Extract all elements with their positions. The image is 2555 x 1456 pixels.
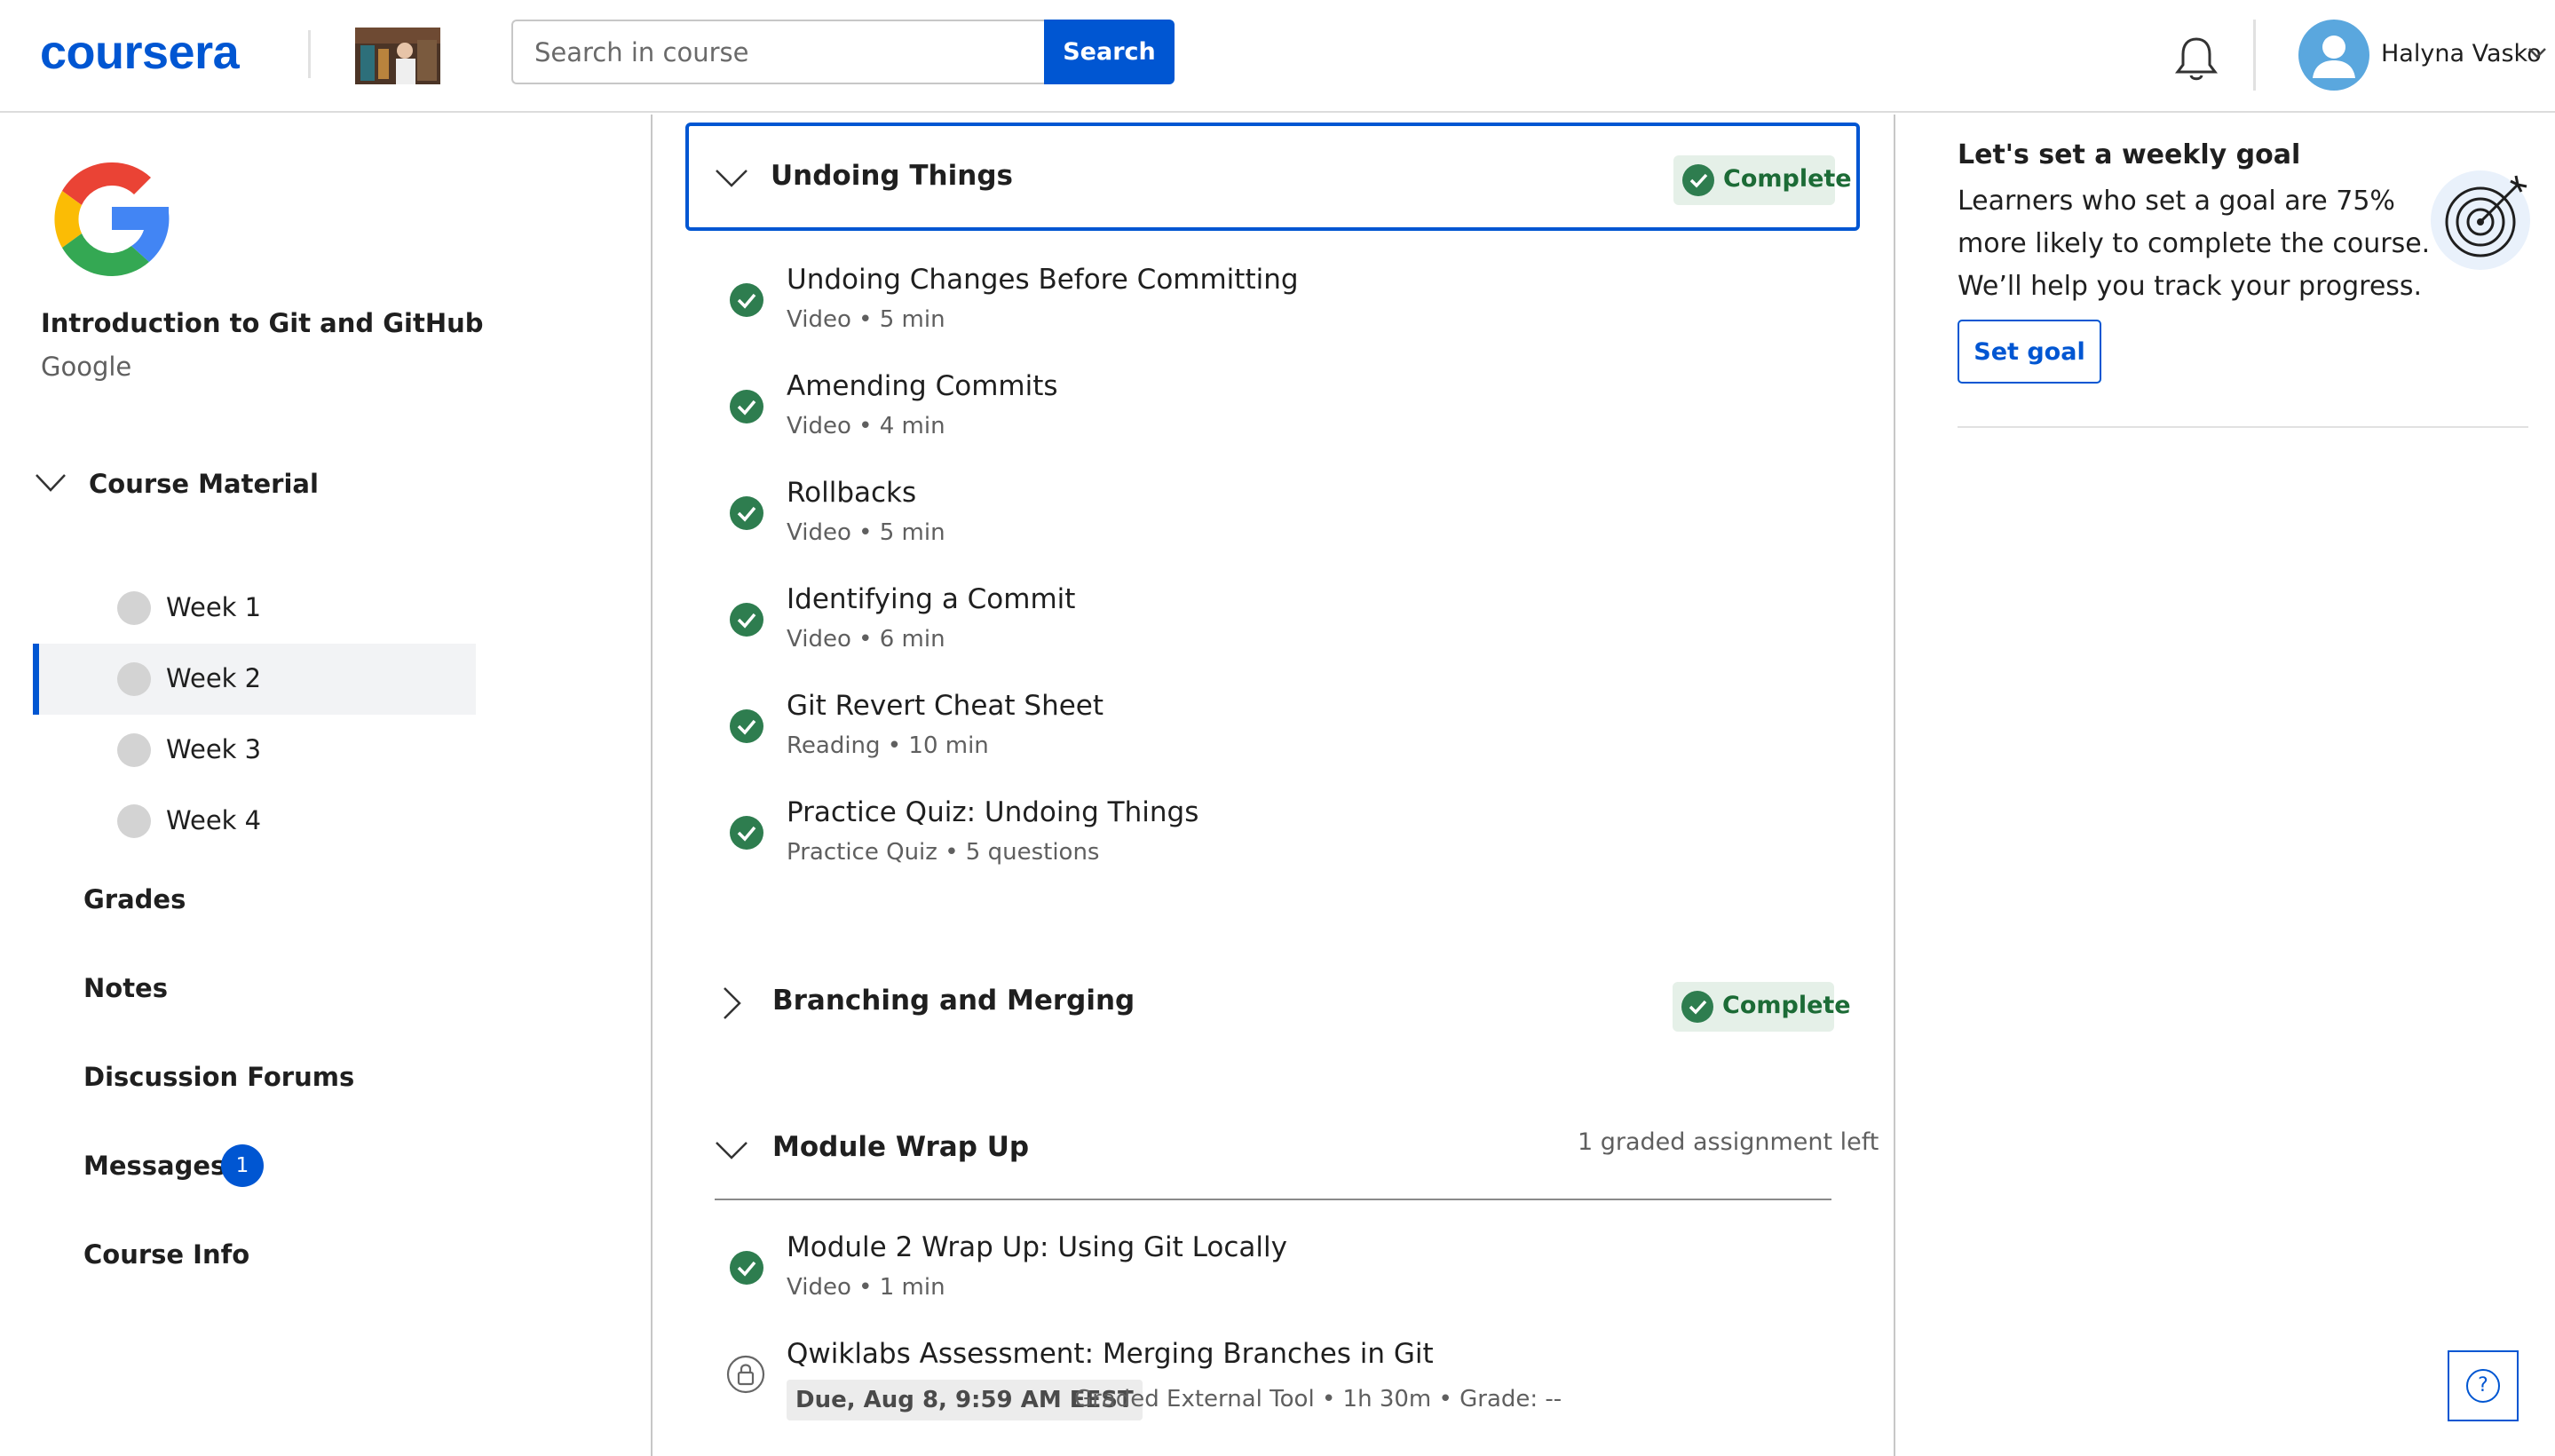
lesson-item-title[interactable]: Amending Commits bbox=[787, 370, 1058, 402]
lesson-item-meta: Video • 4 min bbox=[787, 413, 945, 439]
chevron-down-icon[interactable] bbox=[714, 1132, 749, 1167]
status-label: Complete bbox=[1722, 992, 1851, 1019]
coursera-logo[interactable]: coursera bbox=[40, 25, 240, 80]
check-circle-icon bbox=[730, 283, 763, 317]
user-avatar-icon[interactable] bbox=[2298, 20, 2369, 91]
lesson-item-meta: Video • 6 min bbox=[787, 626, 945, 653]
target-icon bbox=[2431, 170, 2530, 270]
goal-divider bbox=[1958, 426, 2528, 428]
user-name[interactable]: Halyna Vasko bbox=[2381, 40, 2542, 67]
progress-circle-icon bbox=[117, 804, 151, 838]
sidebar-item-week-4[interactable]: Week 4 bbox=[33, 786, 476, 857]
check-circle-icon bbox=[730, 816, 763, 850]
lesson-item-title[interactable]: Git Revert Cheat Sheet bbox=[787, 690, 1103, 722]
check-circle-icon bbox=[730, 496, 763, 530]
chevron-right-icon[interactable] bbox=[714, 985, 749, 1021]
week-label: Week 2 bbox=[166, 663, 262, 693]
section-divider bbox=[715, 1199, 1831, 1200]
google-logo-icon bbox=[54, 162, 170, 277]
week-label: Week 3 bbox=[166, 734, 262, 764]
lesson-item-meta: Video • 5 min bbox=[787, 519, 945, 546]
lesson-item-title[interactable]: Identifying a Commit bbox=[787, 583, 1075, 615]
chevron-down-icon[interactable] bbox=[714, 160, 749, 195]
header-divider bbox=[2253, 20, 2256, 91]
section-title[interactable]: Undoing Things bbox=[771, 160, 1013, 192]
header-divider bbox=[308, 30, 311, 78]
sidebar-item-discussion-forums[interactable]: Discussion Forums bbox=[83, 1062, 354, 1092]
check-circle-icon bbox=[730, 390, 763, 423]
lesson-item-title[interactable]: Rollbacks bbox=[787, 477, 916, 509]
sidebar-item-week-1[interactable]: Week 1 bbox=[33, 573, 476, 644]
sidebar-item-notes[interactable]: Notes bbox=[83, 973, 168, 1003]
check-circle-icon bbox=[1681, 991, 1713, 1023]
lesson-item-meta: Graded External Tool • 1h 30m • Grade: -… bbox=[1074, 1386, 1562, 1412]
week-label: Week 1 bbox=[166, 592, 262, 622]
progress-circle-icon bbox=[117, 662, 151, 696]
check-circle-icon bbox=[730, 1251, 763, 1285]
search-button[interactable]: Search bbox=[1044, 20, 1175, 84]
section-title[interactable]: Branching and Merging bbox=[772, 985, 1135, 1017]
lesson-item-meta: Reading • 10 min bbox=[787, 732, 989, 759]
lesson-item-meta: Video • 5 min bbox=[787, 306, 945, 333]
section-title[interactable]: Module Wrap Up bbox=[772, 1131, 1029, 1163]
complete-status-badge: Complete bbox=[1673, 982, 1851, 1032]
set-goal-button[interactable]: Set goal bbox=[1958, 320, 2101, 384]
sidebar-item-week-2[interactable]: Week 2 bbox=[33, 644, 476, 715]
course-title[interactable]: Introduction to Git and GitHub bbox=[41, 308, 484, 338]
help-icon: ? bbox=[2466, 1369, 2500, 1403]
chevron-down-icon[interactable] bbox=[2527, 46, 2548, 60]
sidebar-item-messages[interactable]: Messages bbox=[83, 1151, 225, 1181]
check-circle-icon bbox=[730, 709, 763, 743]
lesson-item-meta: Video • 1 min bbox=[787, 1274, 945, 1301]
lesson-header-undoing-things[interactable]: Undoing Things Complete bbox=[685, 123, 1860, 231]
week-label: Week 4 bbox=[166, 805, 262, 835]
lesson-item-title[interactable]: Undoing Changes Before Committing bbox=[787, 264, 1299, 296]
lock-icon bbox=[726, 1355, 765, 1394]
help-button[interactable]: ? bbox=[2448, 1350, 2519, 1421]
course-search-input[interactable] bbox=[511, 20, 1045, 84]
lesson-item-title[interactable]: Module 2 Wrap Up: Using Git Locally bbox=[787, 1231, 1287, 1263]
messages-count-badge: 1 bbox=[221, 1144, 264, 1187]
weekly-goal-description: Learners who set a goal are 75% more lik… bbox=[1958, 186, 2431, 302]
course-organization: Google bbox=[41, 352, 132, 382]
top-header: coursera Search Halyna Vasko bbox=[0, 0, 2555, 113]
course-thumbnail[interactable] bbox=[355, 28, 440, 84]
check-circle-icon bbox=[1682, 164, 1714, 196]
week-content: Undoing Things Complete Undoing Changes … bbox=[654, 115, 1895, 1456]
chevron-down-icon[interactable] bbox=[34, 471, 67, 495]
weekly-goal-title: Let's set a weekly goal bbox=[1958, 139, 2301, 170]
course-material-toggle[interactable]: Course Material bbox=[89, 469, 319, 499]
progress-circle-icon bbox=[117, 733, 151, 767]
sidebar-item-week-3[interactable]: Week 3 bbox=[33, 715, 476, 786]
lesson-item-meta: Practice Quiz • 5 questions bbox=[787, 839, 1100, 866]
complete-status-badge: Complete bbox=[1673, 155, 1852, 205]
lesson-item-title[interactable]: Qwiklabs Assessment: Merging Branches in… bbox=[787, 1338, 1434, 1370]
status-label: Complete bbox=[1723, 165, 1852, 193]
graded-assignments-summary: 1 graded assignment left bbox=[1578, 1128, 1879, 1156]
lesson-item-title[interactable]: Practice Quiz: Undoing Things bbox=[787, 796, 1198, 828]
sidebar-item-course-info[interactable]: Course Info bbox=[83, 1239, 249, 1270]
sidebar-item-grades[interactable]: Grades bbox=[83, 884, 186, 914]
progress-circle-icon bbox=[117, 591, 151, 625]
notification-bell-icon[interactable] bbox=[2173, 34, 2219, 83]
check-circle-icon bbox=[730, 603, 763, 637]
